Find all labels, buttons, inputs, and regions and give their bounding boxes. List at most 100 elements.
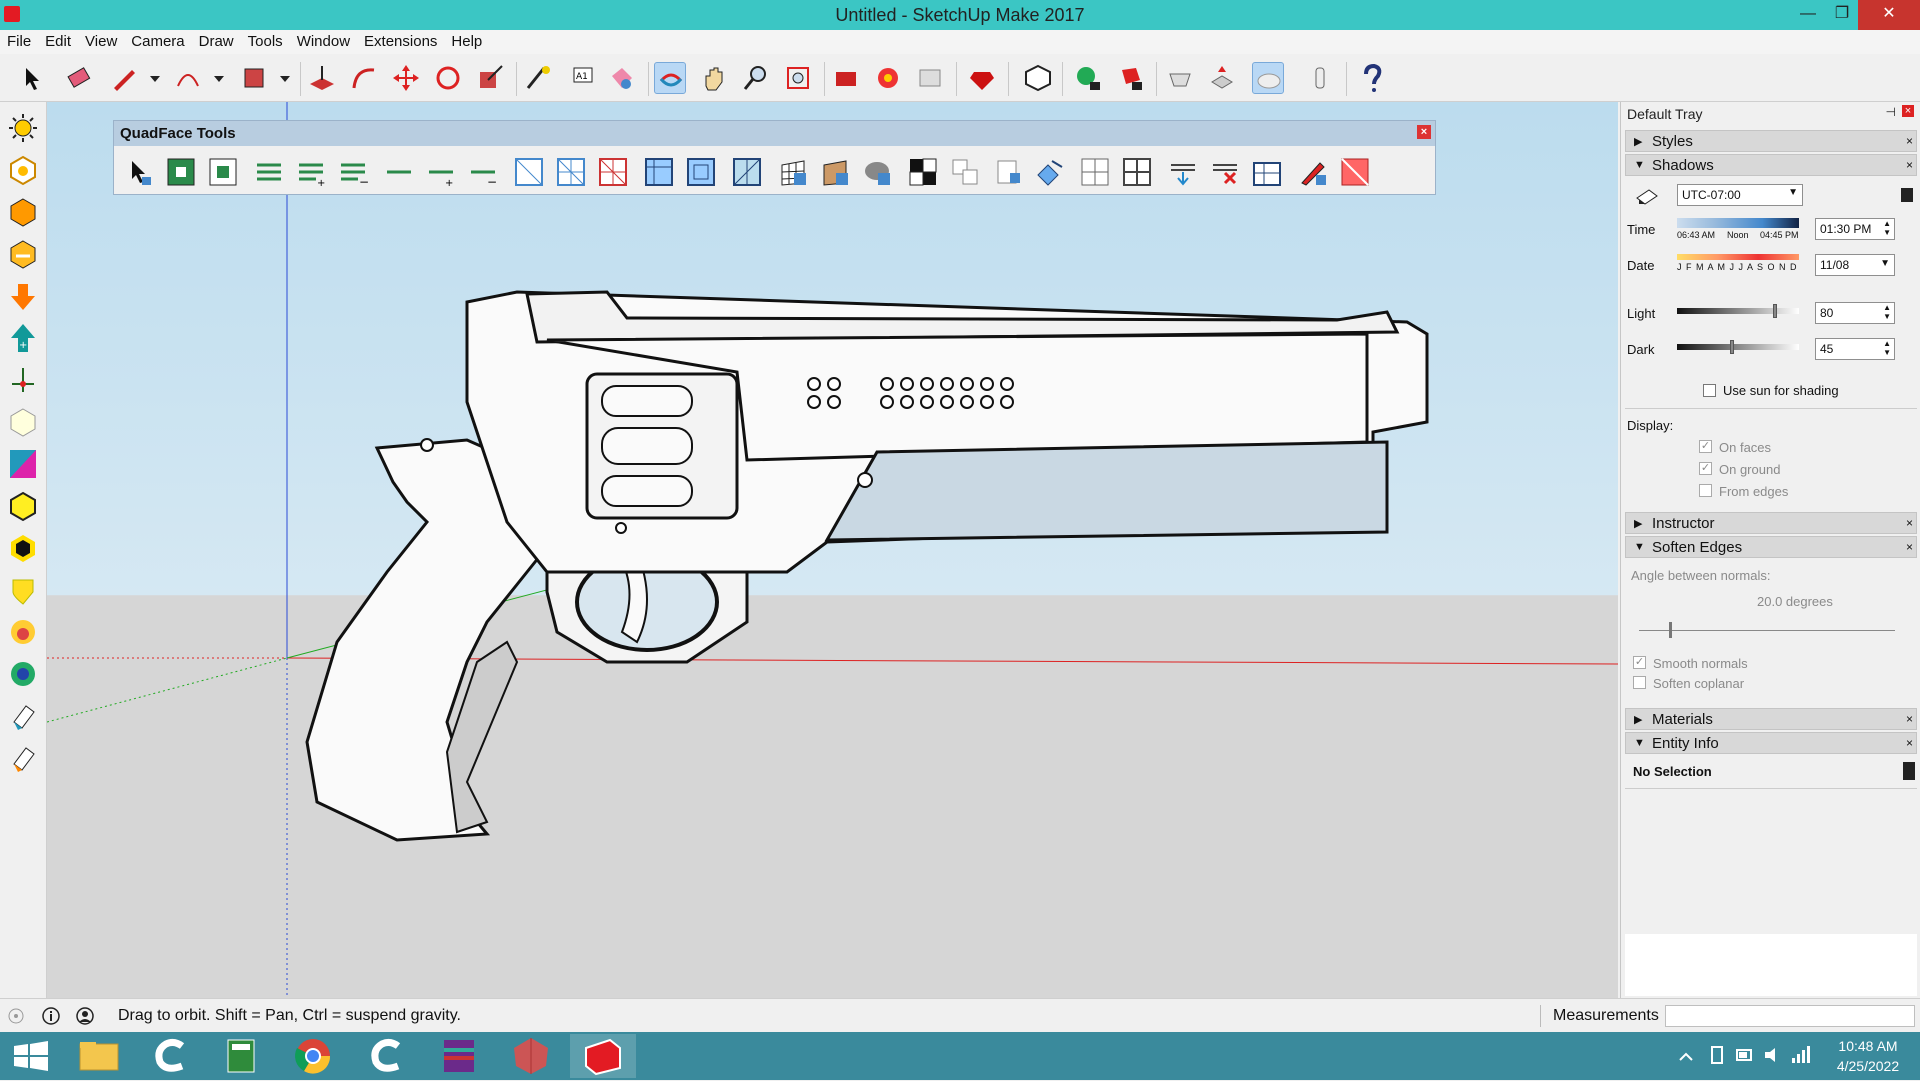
eraser-small-button[interactable] (8, 700, 38, 732)
quadface-close-button[interactable]: × (1417, 125, 1431, 139)
line-tool-button[interactable] (108, 62, 140, 94)
menu-help[interactable]: Help (444, 30, 489, 50)
spinner-icon[interactable]: ▲ ▼ (1883, 339, 1891, 357)
qft-checker-button[interactable] (908, 157, 938, 187)
qft-region-button[interactable] (514, 157, 544, 187)
panel-close-icon[interactable]: × (1906, 516, 1913, 530)
dark-slider-thumb[interactable] (1729, 340, 1734, 354)
qft-mirror-button[interactable] (1340, 157, 1370, 187)
qft-build-corners-button[interactable] (732, 157, 762, 187)
network-signal-icon[interactable] (1790, 1044, 1812, 1066)
taskbar-ccleaner[interactable] (138, 1034, 204, 1078)
shadow-panel-toggle-icon[interactable] (1901, 188, 1913, 202)
section-diagonal-button[interactable] (8, 448, 38, 480)
shadow-sun-button[interactable] (8, 112, 38, 144)
follow-me-button[interactable] (348, 62, 380, 94)
qft-loop-button[interactable] (254, 157, 284, 187)
panel-close-icon[interactable]: × (1906, 712, 1913, 726)
default-tray[interactable]: Default Tray ⊣ × ▶ Styles × ▼ Shadows × UTC-… (1620, 102, 1920, 998)
tray-overflow-icon[interactable] (1676, 1046, 1696, 1066)
tape-measure-button[interactable] (522, 62, 554, 94)
entity-info-toggle-icon[interactable] (1903, 762, 1915, 780)
stamp-button[interactable] (8, 280, 38, 312)
dark-input[interactable]: 45 ▲ ▼ (1815, 338, 1895, 360)
device-icon[interactable] (1706, 1044, 1728, 1066)
spinner-icon[interactable]: ▲ ▼ (1883, 303, 1891, 321)
date-input[interactable]: 11/08 ▼ (1815, 254, 1895, 276)
date-slider[interactable] (1677, 254, 1799, 260)
qft-grow-button[interactable] (166, 157, 196, 187)
qft-shrink-loop-button[interactable]: − (338, 157, 369, 189)
sandbox-from-scratch-button[interactable] (8, 196, 38, 228)
qft-frame-button[interactable] (1252, 157, 1282, 187)
on-faces-checkbox[interactable]: ✓ (1699, 440, 1712, 453)
qft-paste-uv-button[interactable] (992, 157, 1022, 187)
add-detail-button[interactable] (8, 364, 38, 396)
user-account-icon[interactable] (76, 1007, 94, 1025)
taskbar-file-explorer[interactable] (66, 1034, 132, 1078)
qft-grow-loop-button[interactable]: + (296, 157, 326, 189)
taskbar-calculator[interactable] (208, 1034, 274, 1078)
menu-camera[interactable]: Camera (124, 30, 191, 50)
menu-edit[interactable]: Edit (38, 30, 78, 50)
drape-button[interactable]: + (8, 322, 38, 354)
sandbox-button[interactable] (1164, 62, 1196, 94)
zoom-tool-button[interactable] (740, 62, 772, 94)
taskbar-chrome[interactable] (280, 1034, 346, 1078)
qft-convert-button[interactable] (1168, 157, 1198, 187)
taskbar-sketchup[interactable] (570, 1034, 636, 1078)
qft-remove-button[interactable] (1210, 157, 1240, 187)
outliner-button[interactable] (1022, 62, 1054, 94)
pin-icon[interactable]: ⊣ (1886, 105, 1896, 119)
menu-draw[interactable]: Draw (192, 30, 241, 50)
qft-shrink-ring-button[interactable]: − (468, 157, 498, 189)
qft-texture-button[interactable] (820, 157, 850, 187)
components-button[interactable] (872, 62, 904, 94)
remove-geometry-button[interactable] (1114, 62, 1146, 94)
scale-tool-button[interactable] (474, 62, 506, 94)
add-geometry-button[interactable] (1072, 62, 1104, 94)
panel-styles-header[interactable]: ▶ Styles × (1625, 130, 1917, 152)
timezone-select[interactable]: UTC-07:00 ▼ (1677, 184, 1803, 206)
qft-draw-button[interactable] (1298, 157, 1328, 187)
shield-button[interactable] (8, 574, 38, 606)
orbit-tool-button[interactable] (654, 62, 686, 94)
sandbox-from-contours-button[interactable] (8, 154, 38, 186)
menu-tools[interactable]: Tools (241, 30, 290, 50)
light-slider[interactable] (1677, 304, 1799, 318)
measurements-input[interactable] (1665, 1005, 1915, 1027)
panel-close-icon[interactable]: × (1906, 134, 1913, 148)
globe-tool-button[interactable] (8, 658, 38, 690)
model-viewport[interactable] (47, 102, 1618, 998)
zoom-extents-button[interactable] (782, 62, 814, 94)
tray-close-icon[interactable]: × (1902, 105, 1914, 117)
taskbar-clock[interactable]: 10:48 AM 4/25/2022 (1820, 1036, 1916, 1076)
qft-offset-loop-button[interactable] (686, 157, 716, 187)
light-input[interactable]: 80 ▲ ▼ (1815, 302, 1895, 324)
time-slider[interactable] (1677, 218, 1799, 228)
panel-close-icon[interactable]: × (1906, 736, 1913, 750)
battery-icon[interactable] (1734, 1044, 1756, 1066)
qft-ring-button[interactable] (384, 157, 414, 187)
rotate-tool-button[interactable] (432, 62, 464, 94)
quadface-header[interactable]: QuadFace Tools × (114, 121, 1435, 146)
taskbar-ccleaner-2[interactable] (354, 1034, 420, 1078)
section-plane-button[interactable] (1304, 62, 1336, 94)
panel-instructor-header[interactable]: ▶ Instructor × (1625, 512, 1917, 534)
from-edges-checkbox[interactable] (1699, 484, 1712, 497)
angle-slider-thumb[interactable] (1669, 622, 1672, 638)
push-pull-button[interactable] (306, 62, 338, 94)
panel-close-icon[interactable]: × (1906, 158, 1913, 172)
text-tool-button[interactable]: A1 (564, 62, 596, 94)
warehouse-button[interactable] (830, 62, 862, 94)
select-tool-button[interactable] (16, 62, 48, 94)
shadow-toggle-button[interactable] (1252, 62, 1284, 94)
time-input[interactable]: 01:30 PM ▲ ▼ (1815, 218, 1895, 240)
eraser-orange-button[interactable] (8, 742, 38, 774)
export-button[interactable] (1206, 62, 1238, 94)
menu-file[interactable]: File (0, 30, 38, 50)
start-button[interactable] (0, 1034, 66, 1078)
info-icon[interactable] (42, 1007, 60, 1025)
shape-tool-button[interactable] (238, 62, 270, 94)
menu-window[interactable]: Window (290, 30, 357, 50)
